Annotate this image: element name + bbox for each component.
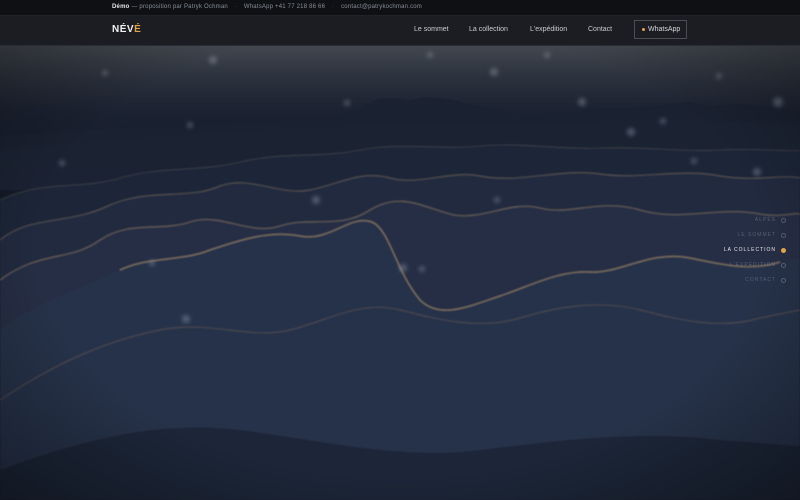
whatsapp-button[interactable]: WhatsApp (634, 20, 687, 39)
section-item-alpes[interactable]: Alpes (666, 213, 786, 228)
section-label: La collection (723, 247, 776, 253)
nav-item-le-sommet[interactable]: Le sommet (414, 26, 449, 33)
section-label: Alpes (754, 217, 776, 223)
site-header: NÉVÉ Le sommet La collection L'expéditio… (0, 16, 800, 46)
nav-item-l-expedition[interactable]: L'expédition (530, 26, 567, 33)
section-item-l-expedition[interactable]: L'expédition (666, 258, 786, 273)
section-index-nav: Alpes Le sommet La collection L'expéditi… (666, 213, 786, 288)
section-item-la-collection[interactable]: La collection (666, 243, 786, 258)
section-marker-icon (781, 278, 786, 283)
section-item-contact[interactable]: Contact (666, 273, 786, 288)
section-marker-icon (781, 248, 786, 253)
separator: · (234, 4, 238, 10)
section-item-le-sommet[interactable]: Le sommet (666, 228, 786, 243)
demo-label: Démo (112, 4, 130, 10)
separator: · (332, 4, 335, 10)
section-label: Le sommet (737, 232, 776, 238)
section-marker-icon (781, 263, 786, 268)
proposal-text: — proposition par Patryk Ochman (131, 4, 228, 10)
section-label: Contact (745, 277, 776, 283)
top-info-bar: Démo — proposition par Patryk Ochman · W… (0, 0, 800, 16)
section-marker-icon (781, 218, 786, 223)
email-contact-link[interactable]: contact@patrykochman.com (341, 4, 422, 10)
section-label: L'expédition (729, 262, 776, 268)
page: Démo — proposition par Patryk Ochman · W… (0, 0, 800, 500)
brand-logo[interactable]: NÉVÉ (112, 24, 141, 35)
status-dot-icon (642, 28, 645, 31)
section-marker-icon (781, 233, 786, 238)
nav-item-la-collection[interactable]: La collection (469, 26, 508, 33)
logo-accent: É (134, 24, 142, 35)
whatsapp-contact-link[interactable]: WhatsApp +41 77 218 86 66 (244, 4, 325, 10)
whatsapp-button-label: WhatsApp (648, 26, 681, 33)
nav-item-contact[interactable]: Contact (588, 26, 612, 33)
logo-main: NÉV (112, 24, 135, 35)
